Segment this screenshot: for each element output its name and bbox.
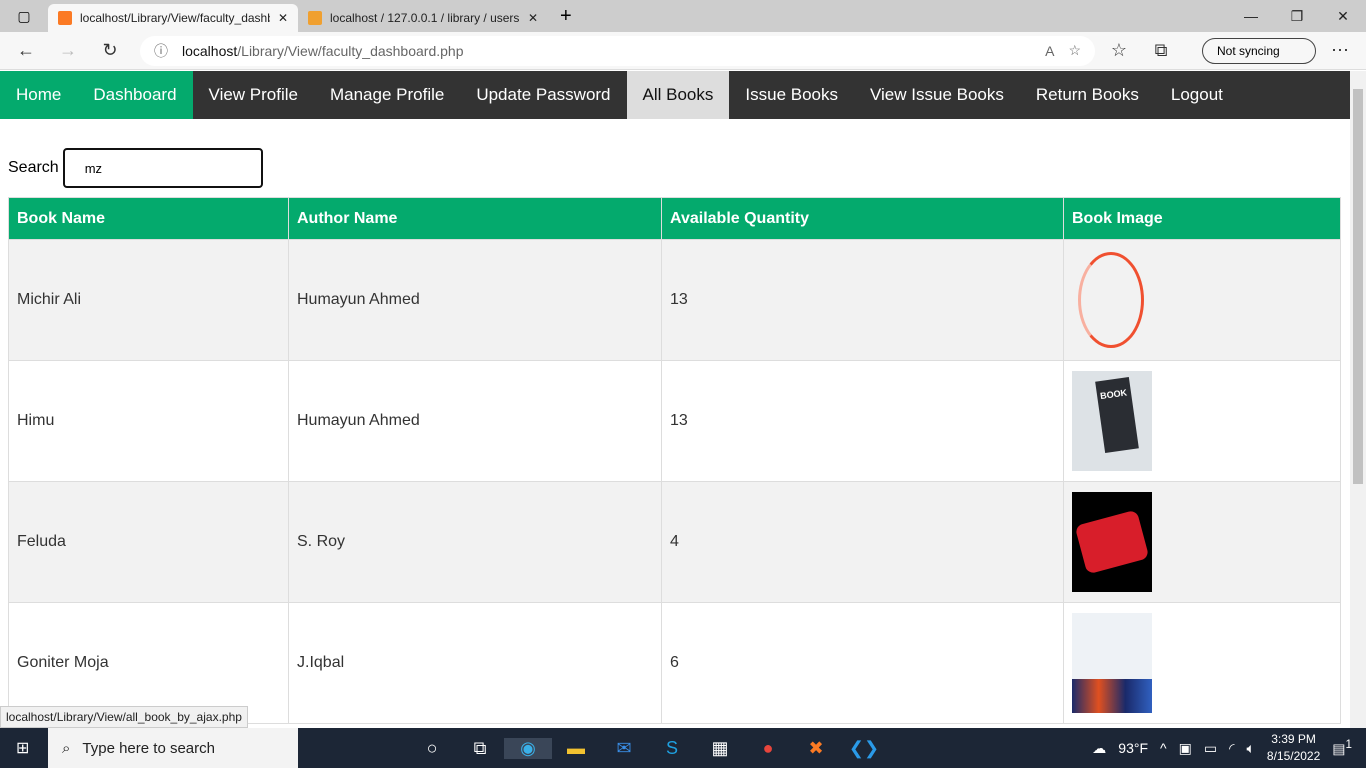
sync-button[interactable]: Not syncing	[1202, 37, 1316, 64]
refresh-icon[interactable]: ↻	[92, 40, 128, 61]
author-name: S. Roy	[288, 481, 662, 603]
table-header-row: Book Name Author Name Available Quantity…	[8, 197, 1341, 240]
nav-manage-profile[interactable]: Manage Profile	[314, 71, 460, 119]
taskbar: ⊞ ⌕ Type here to search ○ ⧉ ◉ ▬ ✉ S ▦ ● …	[0, 728, 1366, 768]
book-name: Feluda	[8, 481, 289, 603]
nav-issue-books[interactable]: Issue Books	[729, 71, 854, 119]
book-image	[1072, 250, 1152, 350]
url-path: /Library/View/faculty_dashboard.php	[237, 42, 464, 59]
taskbar-search-placeholder: Type here to search	[82, 739, 215, 757]
nav-home[interactable]: Home	[0, 71, 78, 119]
wifi-icon[interactable]: ◜	[1229, 740, 1234, 757]
book-name: Himu	[8, 360, 289, 482]
windows-start-icon[interactable]: ⊞	[16, 738, 29, 758]
header-book-name: Book Name	[8, 197, 289, 240]
main-nav: Home Dashboard View Profile Manage Profi…	[0, 71, 1350, 119]
table-row: Himu Humayun Ahmed 13 BOOK	[8, 360, 1341, 482]
info-icon[interactable]: ⓘ	[154, 41, 168, 61]
xampp-favicon-icon	[58, 11, 72, 25]
book-name: Michir Ali	[8, 239, 289, 361]
notifications-icon[interactable]: ▤1	[1332, 738, 1352, 758]
search-input[interactable]	[62, 148, 263, 188]
file-explorer-icon[interactable]: ▬	[552, 738, 600, 759]
nav-update-password[interactable]: Update Password	[460, 71, 626, 119]
close-tab-icon[interactable]: ✕	[278, 11, 288, 25]
tab-faculty-dashboard[interactable]: localhost/Library/View/faculty_dashboard…	[48, 4, 298, 32]
nav-logout[interactable]: Logout	[1155, 71, 1239, 119]
status-bar-url: localhost/Library/View/all_book_by_ajax.…	[0, 706, 248, 728]
book-image	[1072, 492, 1152, 592]
available-quantity: 6	[661, 602, 1064, 724]
author-name: J.Iqbal	[288, 602, 662, 724]
book-image: BOOK	[1072, 371, 1152, 471]
page-scrollbar[interactable]	[1350, 71, 1366, 728]
header-author-name: Author Name	[288, 197, 662, 240]
nav-view-issue-books[interactable]: View Issue Books	[854, 71, 1020, 119]
weather-temp[interactable]: 93°F	[1118, 740, 1148, 756]
tab-title: localhost / 127.0.0.1 / library / users	[330, 11, 520, 25]
available-quantity: 13	[661, 239, 1064, 361]
nav-dashboard[interactable]: Dashboard	[77, 71, 193, 119]
header-available-quantity: Available Quantity	[661, 197, 1064, 240]
cortana-icon[interactable]: ○	[408, 738, 456, 759]
xampp-icon[interactable]: ✖	[792, 738, 840, 759]
battery-icon[interactable]: ▭	[1204, 740, 1217, 757]
search-icon: ⌕	[62, 739, 71, 757]
maximize-icon[interactable]: ❐	[1274, 8, 1320, 25]
address-bar-row: ← → ↻ ⓘ localhost/Library/View/faculty_d…	[0, 32, 1366, 70]
chrome-icon[interactable]: ●	[744, 738, 792, 759]
notification-count: 1	[1345, 738, 1352, 752]
volume-icon[interactable]: 🔈︎	[1246, 740, 1254, 757]
browser-tab-bar: ▢ localhost/Library/View/faculty_dashboa…	[0, 0, 1366, 32]
task-view-icon[interactable]: ⧉	[456, 738, 504, 759]
available-quantity: 4	[661, 481, 1064, 603]
favorite-add-icon[interactable]: ☆	[1068, 42, 1081, 59]
clock[interactable]: 3:39 PM 8/15/2022	[1267, 731, 1320, 765]
author-name: Humayun Ahmed	[288, 239, 662, 361]
table-row: Feluda S. Roy 4	[8, 481, 1341, 603]
collections-icon[interactable]: ⧉	[1143, 40, 1179, 61]
meet-now-icon[interactable]: ▣	[1179, 740, 1192, 757]
vscode-icon[interactable]: ❮❯	[840, 738, 888, 759]
more-icon[interactable]: ⋯	[1322, 40, 1358, 61]
date: 8/15/2022	[1266, 749, 1321, 763]
back-icon[interactable]: ←	[8, 40, 44, 61]
cloud-icon: ☁	[1092, 739, 1107, 756]
nav-all-books[interactable]: All Books	[626, 71, 730, 119]
new-tab-icon[interactable]: +	[548, 5, 584, 28]
skype-icon[interactable]: S	[648, 738, 696, 759]
edge-icon[interactable]: ◉	[504, 737, 552, 759]
close-window-icon[interactable]: ✕	[1320, 8, 1366, 25]
book-image	[1072, 613, 1152, 713]
time: 3:39 PM	[1271, 732, 1316, 746]
tab-title: localhost/Library/View/faculty_dashboard…	[80, 11, 270, 25]
scrollbar-thumb[interactable]	[1353, 89, 1363, 484]
nav-return-books[interactable]: Return Books	[1020, 71, 1155, 119]
taskbar-search[interactable]: ⌕ Type here to search	[48, 728, 298, 768]
author-name: Humayun Ahmed	[288, 360, 662, 482]
header-book-image: Book Image	[1063, 197, 1341, 240]
search-row: Search	[8, 148, 263, 188]
show-hidden-icons[interactable]: ^	[1160, 740, 1167, 756]
nav-view-profile[interactable]: View Profile	[193, 71, 314, 119]
close-tab-icon[interactable]: ✕	[528, 11, 538, 25]
mail-icon[interactable]: ✉	[600, 738, 648, 759]
available-quantity: 13	[661, 360, 1064, 482]
read-aloud-icon[interactable]: A	[1045, 43, 1054, 59]
forward-icon[interactable]: →	[50, 40, 86, 61]
pma-favicon-icon	[308, 11, 322, 25]
store-icon[interactable]: ▦	[696, 738, 744, 759]
search-label: Search	[8, 159, 59, 176]
tab-phpmyadmin[interactable]: localhost / 127.0.0.1 / library / users …	[298, 4, 548, 32]
table-row: Michir Ali Humayun Ahmed 13	[8, 239, 1341, 361]
books-table: Book Name Author Name Available Quantity…	[8, 197, 1341, 724]
url-host: localhost	[182, 42, 238, 59]
favorites-icon[interactable]: ☆	[1101, 40, 1137, 61]
url-input[interactable]: ⓘ localhost/Library/View/faculty_dashboa…	[140, 35, 1095, 66]
minimize-icon[interactable]: —	[1228, 8, 1274, 24]
tab-actions-icon[interactable]: ▢	[0, 8, 48, 25]
